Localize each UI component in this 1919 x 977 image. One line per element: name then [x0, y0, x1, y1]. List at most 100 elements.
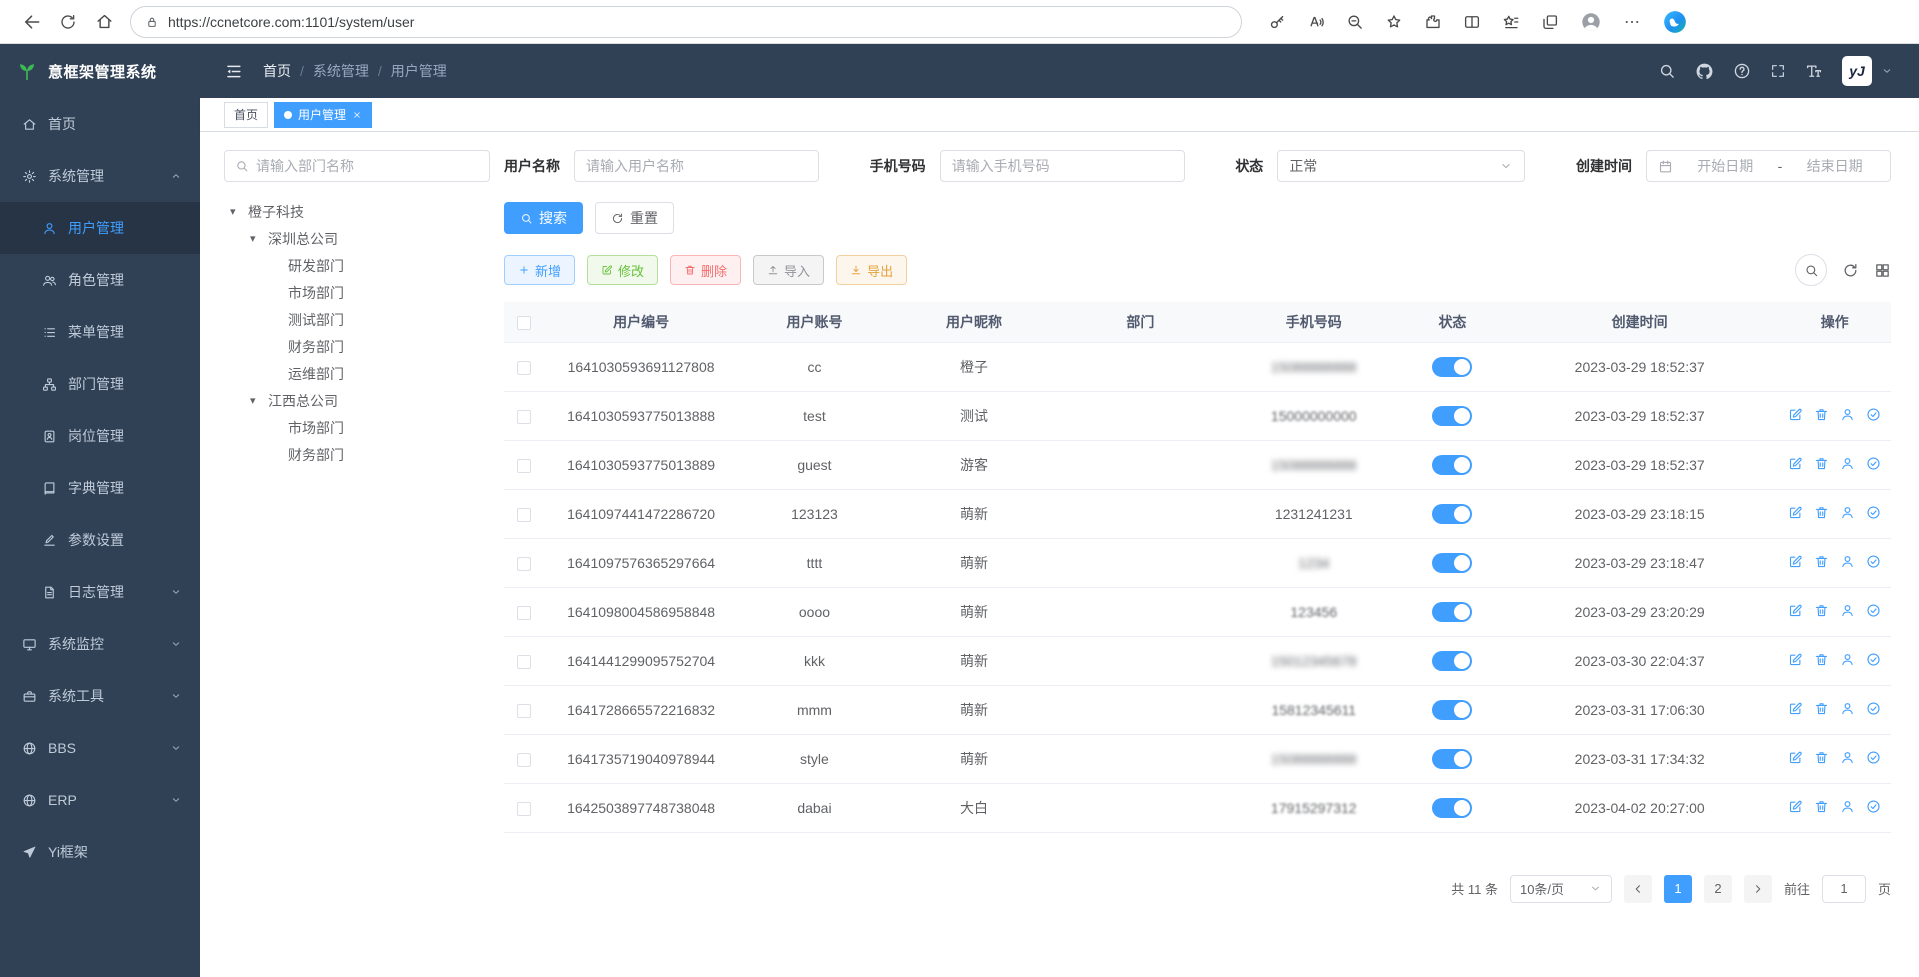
row-edit-button[interactable]: [1788, 603, 1803, 618]
row-delete-button[interactable]: [1814, 603, 1829, 618]
row-approve-button[interactable]: [1866, 505, 1881, 520]
header-search-button[interactable]: [1658, 62, 1676, 80]
row-user-button[interactable]: [1840, 505, 1855, 520]
split-screen-button[interactable]: [1463, 13, 1481, 31]
status-toggle[interactable]: [1432, 602, 1472, 622]
tree-node[interactable]: 财务部门: [224, 333, 490, 360]
browser-profile-avatar[interactable]: [1580, 11, 1602, 33]
sidebar-item-erp[interactable]: ERP: [0, 774, 200, 826]
status-toggle[interactable]: [1432, 455, 1472, 475]
row-checkbox[interactable]: [517, 459, 531, 473]
reset-button[interactable]: 重置: [595, 202, 674, 234]
extensions-button[interactable]: [1424, 13, 1442, 31]
status-toggle[interactable]: [1432, 406, 1472, 426]
row-checkbox[interactable]: [517, 410, 531, 424]
copilot-button[interactable]: [1662, 9, 1688, 35]
sidebar-item-post-management[interactable]: 岗位管理: [0, 410, 200, 462]
tab-user-management[interactable]: 用户管理: [274, 102, 372, 128]
row-edit-button[interactable]: [1788, 799, 1803, 814]
row-user-button[interactable]: [1840, 456, 1855, 471]
status-select[interactable]: 正常: [1277, 150, 1525, 182]
sidebar-item-system-tools[interactable]: 系统工具: [0, 670, 200, 722]
row-edit-button[interactable]: [1788, 407, 1803, 422]
browser-home-button[interactable]: [86, 5, 122, 39]
sidebar-item-role-management[interactable]: 角色管理: [0, 254, 200, 306]
tree-node[interactable]: 市场部门: [224, 279, 490, 306]
sidebar-item-dict-management[interactable]: 字典管理: [0, 462, 200, 514]
row-approve-button[interactable]: [1866, 554, 1881, 569]
username-input[interactable]: [586, 158, 807, 174]
sidebar-item-param-settings[interactable]: 参数设置: [0, 514, 200, 566]
row-delete-button[interactable]: [1814, 456, 1829, 471]
row-delete-button[interactable]: [1814, 799, 1829, 814]
tree-node[interactable]: ▾橙子科技: [224, 198, 490, 225]
search-button[interactable]: 搜索: [504, 202, 583, 234]
sidebar-item-menu-management[interactable]: 菜单管理: [0, 306, 200, 358]
status-toggle[interactable]: [1432, 504, 1472, 524]
sidebar-item-yi-framework[interactable]: Yi框架: [0, 826, 200, 878]
font-size-button[interactable]: [1805, 62, 1823, 80]
tree-node[interactable]: 研发部门: [224, 252, 490, 279]
page-button-2[interactable]: 2: [1704, 875, 1732, 903]
fullscreen-button[interactable]: [1770, 63, 1786, 79]
import-button[interactable]: 导入: [753, 255, 824, 285]
refresh-table-button[interactable]: [1842, 262, 1859, 279]
browser-menu-button[interactable]: [1623, 13, 1641, 31]
tree-node[interactable]: ▾深圳总公司: [224, 225, 490, 252]
github-button[interactable]: [1695, 62, 1714, 81]
row-delete-button[interactable]: [1814, 407, 1829, 422]
delete-button[interactable]: 删除: [670, 255, 741, 285]
select-all-checkbox[interactable]: [517, 316, 531, 330]
column-settings-button[interactable]: [1874, 262, 1891, 279]
next-page-button[interactable]: [1744, 875, 1772, 903]
phone-input[interactable]: [952, 158, 1173, 174]
row-user-button[interactable]: [1840, 750, 1855, 765]
row-edit-button[interactable]: [1788, 554, 1803, 569]
favorites-bar-button[interactable]: [1502, 13, 1520, 31]
row-checkbox[interactable]: [517, 508, 531, 522]
page-size-select[interactable]: 10条/页: [1510, 875, 1612, 903]
page-button-1[interactable]: 1: [1664, 875, 1692, 903]
row-approve-button[interactable]: [1866, 701, 1881, 716]
row-user-button[interactable]: [1840, 652, 1855, 667]
goto-page-input[interactable]: [1822, 875, 1866, 903]
status-toggle[interactable]: [1432, 553, 1472, 573]
row-user-button[interactable]: [1840, 603, 1855, 618]
row-checkbox[interactable]: [517, 361, 531, 375]
date-range-picker[interactable]: 开始日期 - 结束日期: [1646, 150, 1891, 182]
row-delete-button[interactable]: [1814, 505, 1829, 520]
row-user-button[interactable]: [1840, 407, 1855, 422]
row-approve-button[interactable]: [1866, 799, 1881, 814]
row-approve-button[interactable]: [1866, 456, 1881, 471]
row-delete-button[interactable]: [1814, 554, 1829, 569]
row-delete-button[interactable]: [1814, 701, 1829, 716]
status-toggle[interactable]: [1432, 700, 1472, 720]
tree-node[interactable]: 运维部门: [224, 360, 490, 387]
tree-node[interactable]: ▾江西总公司: [224, 387, 490, 414]
row-checkbox[interactable]: [517, 655, 531, 669]
tab-close-icon[interactable]: [352, 110, 362, 120]
address-bar[interactable]: https://ccnetcore.com:1101/system/user: [130, 6, 1242, 38]
row-edit-button[interactable]: [1788, 652, 1803, 667]
tree-node[interactable]: 测试部门: [224, 306, 490, 333]
breadcrumb-home[interactable]: 首页: [263, 61, 291, 81]
collections-button[interactable]: [1541, 13, 1559, 31]
sidebar-item-user-management[interactable]: 用户管理: [0, 202, 200, 254]
status-toggle[interactable]: [1432, 357, 1472, 377]
read-aloud-button[interactable]: [1307, 13, 1325, 31]
row-checkbox[interactable]: [517, 802, 531, 816]
row-delete-button[interactable]: [1814, 750, 1829, 765]
row-user-button[interactable]: [1840, 701, 1855, 716]
add-button[interactable]: 新增: [504, 255, 575, 285]
tree-node[interactable]: 市场部门: [224, 414, 490, 441]
user-avatar[interactable]: yJ: [1842, 56, 1872, 86]
edit-button[interactable]: 修改: [587, 255, 658, 285]
sidebar-item-system-monitor[interactable]: 系统监控: [0, 618, 200, 670]
browser-back-button[interactable]: [14, 5, 50, 39]
row-edit-button[interactable]: [1788, 505, 1803, 520]
browser-reload-button[interactable]: [50, 5, 86, 39]
status-toggle[interactable]: [1432, 749, 1472, 769]
tab-home[interactable]: 首页: [224, 102, 268, 128]
toggle-search-button[interactable]: [1795, 254, 1827, 286]
row-approve-button[interactable]: [1866, 603, 1881, 618]
